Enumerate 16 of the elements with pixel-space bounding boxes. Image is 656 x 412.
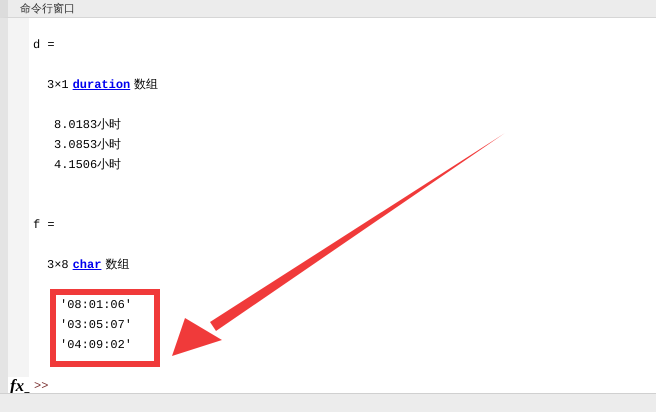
value-text: 4.1506小时 (54, 158, 122, 172)
array-size: 3×1 (47, 78, 69, 92)
variable-name: d = (33, 38, 55, 52)
array-label: 数组 (134, 78, 158, 92)
class-link[interactable]: duration (72, 78, 130, 92)
variable-name: f = (33, 218, 55, 232)
value-text: '04:09:02' (60, 338, 132, 352)
command-prompt[interactable]: >> (34, 379, 48, 393)
value-text: '03:05:07' (60, 318, 132, 332)
array-size: 3×8 (47, 258, 69, 272)
class-link[interactable]: char (72, 258, 102, 272)
value-text: 8.0183小时 (54, 118, 122, 132)
window-title: 命令行窗口 (20, 1, 75, 16)
value-text: 3.0853小时 (54, 138, 122, 152)
value-text: '08:01:06' (60, 298, 132, 312)
array-label: 数组 (105, 258, 130, 272)
